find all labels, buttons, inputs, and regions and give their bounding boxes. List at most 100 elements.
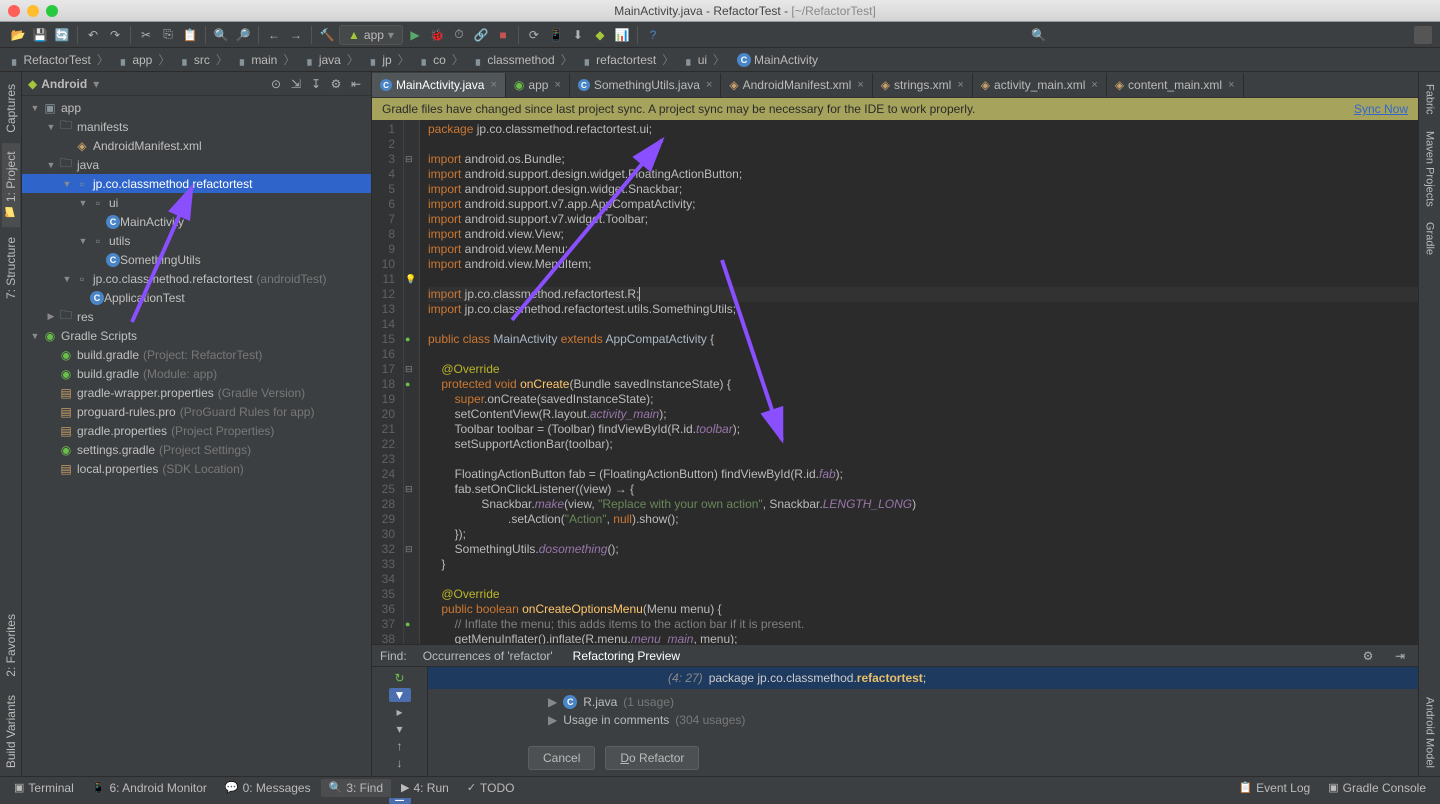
hide-panel-icon[interactable]: ⇤ (347, 75, 365, 93)
tree-row[interactable]: CMainActivity (22, 212, 371, 231)
breadcrumb-item[interactable]: ▖ RefactorTest〉 (6, 49, 115, 70)
maximize-button[interactable] (46, 5, 58, 17)
structure-tool-tab[interactable]: 7: Structure (2, 229, 20, 307)
find-tab-occurrences[interactable]: Occurrences of 'refactor' (419, 647, 557, 665)
sync-icon[interactable]: ⊙ (267, 75, 285, 93)
gradle-console-button[interactable]: ▣ Gradle Console (1320, 779, 1434, 797)
tree-row[interactable]: ◉settings.gradle(Project Settings) (22, 440, 371, 459)
editor-tab[interactable]: CSomethingUtils.java× (570, 73, 722, 97)
tree-row[interactable]: ▼▫utils (22, 231, 371, 250)
paste-button[interactable]: 📋 (180, 25, 200, 45)
captures-tool-tab[interactable]: Captures (2, 76, 20, 141)
tree-row[interactable]: ▼▫jp.co.classmethod.refactortest (22, 174, 371, 193)
editor-tab[interactable]: CMainActivity.java× (372, 73, 506, 97)
editor-tab[interactable]: ◉app× (506, 73, 570, 97)
breadcrumb-item[interactable]: ▖ refactortest〉 (579, 49, 681, 70)
breadcrumb-item[interactable]: ▖ src〉 (176, 49, 233, 70)
editor-tab[interactable]: ◈strings.xml× (873, 73, 973, 97)
breadcrumb-item[interactable]: ▖ jp〉 (365, 49, 416, 70)
tree-row[interactable]: ◉build.gradle(Project: RefactorTest) (22, 345, 371, 364)
settings-icon[interactable]: ⚙ (327, 75, 345, 93)
expand-arrow[interactable]: ▼ (60, 274, 74, 284)
tree-row[interactable]: ▼🗀manifests (22, 117, 371, 136)
editor-tab[interactable]: ◈AndroidManifest.xml× (721, 73, 872, 97)
tree-row[interactable]: ▤gradle-wrapper.properties(Gradle Versio… (22, 383, 371, 402)
back-button[interactable]: ← (264, 25, 284, 45)
collapse-icon[interactable]: ▾ (389, 722, 411, 736)
breadcrumb-item[interactable]: ▖ main〉 (234, 49, 302, 70)
minimize-button[interactable] (27, 5, 39, 17)
expand-arrow[interactable]: ▼ (44, 122, 58, 132)
event-log-button[interactable]: 📋 Event Log (1230, 779, 1318, 797)
rerun-icon[interactable]: ↻ (389, 671, 411, 685)
tree-row[interactable]: ▤proguard-rules.pro(ProGuard Rules for a… (22, 402, 371, 421)
expand-arrow[interactable]: ▼ (60, 179, 74, 189)
gradle-sync-button[interactable]: ⟳ (524, 25, 544, 45)
expand-arrow[interactable]: ▼ (28, 331, 42, 341)
code-content[interactable]: package jp.co.classmethod.refactortest.u… (420, 120, 1418, 644)
filter-icon[interactable]: ▼ (389, 688, 411, 702)
tree-row[interactable]: ▼🗀java (22, 155, 371, 174)
fabric-tool-tab[interactable]: Fabric (1422, 76, 1438, 123)
android-monitor-button[interactable]: 📱 6: Android Monitor (84, 779, 215, 797)
tree-row[interactable]: ◉build.gradle(Module: app) (22, 364, 371, 383)
monitor-button[interactable]: 📊 (612, 25, 632, 45)
breadcrumb-item[interactable]: ▖ app〉 (115, 49, 177, 70)
tree-row[interactable]: CApplicationTest (22, 288, 371, 307)
cut-button[interactable]: ✂ (136, 25, 156, 45)
find-result-tree[interactable]: ▶C R.java(1 usage) ▶ Usage in comments(3… (428, 689, 1418, 740)
stop-button[interactable]: ■ (493, 25, 513, 45)
find-button[interactable]: 🔍 3: Find (321, 779, 391, 797)
expand-arrow[interactable]: ▼ (76, 198, 90, 208)
close-tab-icon[interactable]: × (490, 79, 496, 91)
do-refactor-button[interactable]: Do Refactor (605, 746, 699, 770)
debug-button[interactable]: 🐞 (427, 25, 447, 45)
profile-button[interactable]: ⏱ (449, 25, 469, 45)
attach-button[interactable]: 🔗 (471, 25, 491, 45)
terminal-button[interactable]: ▣ Terminal (6, 779, 82, 797)
gear-icon[interactable]: ⚙ (1358, 646, 1378, 666)
expand-arrow[interactable]: ▶ (44, 311, 58, 322)
close-button[interactable] (8, 5, 20, 17)
breadcrumb-item[interactable]: ▖ classmethod〉 (470, 49, 579, 70)
tree-row[interactable]: ◈AndroidManifest.xml (22, 136, 371, 155)
editor-tab[interactable]: ◈content_main.xml× (1107, 73, 1244, 97)
expand-arrow[interactable]: ▼ (44, 160, 58, 170)
undo-button[interactable]: ↶ (83, 25, 103, 45)
gradle-tool-tab[interactable]: Gradle (1422, 214, 1438, 263)
prev-icon[interactable]: ↑ (389, 739, 411, 753)
tree-row[interactable]: CSomethingUtils (22, 250, 371, 269)
tree-row[interactable]: ▼▣app (22, 98, 371, 117)
open-button[interactable]: 📂 (8, 25, 28, 45)
tree-row[interactable]: ▤gradle.properties(Project Properties) (22, 421, 371, 440)
find-tab-refactoring[interactable]: Refactoring Preview (569, 647, 684, 665)
breadcrumb-item[interactable]: ▖ co〉 (416, 49, 470, 70)
breadcrumb-item[interactable]: ▖ ui〉 (680, 49, 731, 70)
project-view-dropdown[interactable]: Android (41, 77, 87, 91)
close-tab-icon[interactable]: × (1091, 79, 1097, 91)
cancel-button[interactable]: Cancel (528, 746, 595, 770)
maven-tool-tab[interactable]: Maven Projects (1422, 123, 1438, 215)
todo-button[interactable]: ✓ TODO (459, 779, 523, 797)
hide-find-icon[interactable]: ⇥ (1390, 646, 1410, 666)
android-button[interactable]: ◆ (590, 25, 610, 45)
redo-button[interactable]: ↷ (105, 25, 125, 45)
breadcrumb-item[interactable]: ▖ java〉 (301, 49, 365, 70)
build-variants-tool-tab[interactable]: Build Variants (2, 687, 20, 776)
minimize-panel-icon[interactable]: ↧ (307, 75, 325, 93)
replace-button[interactable]: 🔎 (233, 25, 253, 45)
collapse-icon[interactable]: ⇲ (287, 75, 305, 93)
tree-row[interactable]: ▶🗀res (22, 307, 371, 326)
close-tab-icon[interactable]: × (706, 79, 712, 91)
find-row-file[interactable]: ▶C R.java(1 usage) (548, 693, 1418, 711)
project-tree[interactable]: ▼▣app▼🗀manifests◈AndroidManifest.xml▼🗀ja… (22, 96, 371, 776)
tree-row[interactable]: ▤local.properties(SDK Location) (22, 459, 371, 478)
expand-arrow[interactable]: ▼ (28, 103, 42, 113)
close-tab-icon[interactable]: × (857, 79, 863, 91)
run-configuration-dropdown[interactable]: ▲ app ▾ (339, 25, 403, 45)
close-tab-icon[interactable]: × (554, 79, 560, 91)
search-everywhere-button[interactable]: 🔍 (1028, 25, 1048, 45)
close-tab-icon[interactable]: × (957, 79, 963, 91)
forward-button[interactable]: → (286, 25, 306, 45)
run-button[interactable]: ▶ (405, 25, 425, 45)
